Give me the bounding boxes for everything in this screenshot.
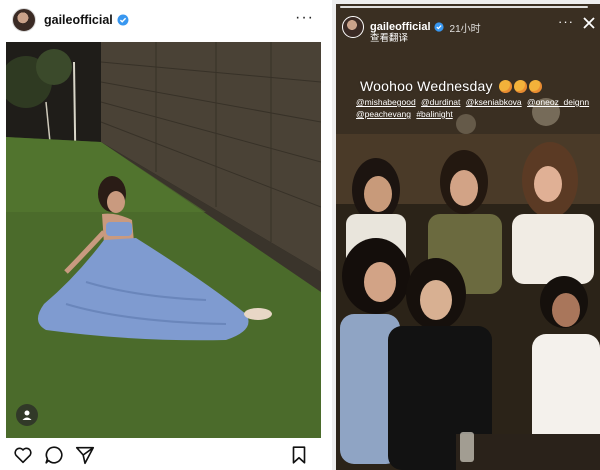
post-photo-scene xyxy=(6,42,321,438)
mention-link[interactable]: @peachevang xyxy=(356,109,411,119)
story-caption: Woohoo Wednesday xyxy=(360,78,542,94)
see-translation-link[interactable]: 查看翻译 xyxy=(370,30,408,44)
more-options-button[interactable]: ··· xyxy=(295,10,314,26)
post-actions-bar xyxy=(0,440,332,470)
heart-icon[interactable] xyxy=(12,444,34,466)
post-header: gaileofficial ··· xyxy=(0,0,332,40)
story-photo-scene xyxy=(336,4,600,470)
story-timestamp: 21小时 xyxy=(449,23,481,35)
mention-link[interactable]: @oneoz_deignn xyxy=(527,97,589,107)
post-image[interactable] xyxy=(6,42,321,438)
comment-icon[interactable] xyxy=(43,444,65,466)
story-avatar[interactable] xyxy=(342,16,364,38)
close-icon[interactable] xyxy=(582,16,596,30)
story-mentions: @mishabegood @durdinat @kseniabkova @one… xyxy=(356,96,596,120)
hot-face-emoji-icon xyxy=(513,80,527,93)
mention-link[interactable]: @durdinat xyxy=(421,97,460,107)
hot-face-emoji-icon xyxy=(528,80,542,93)
hashtag-link[interactable]: #balinight xyxy=(416,109,452,119)
post-username[interactable]: gaileofficial xyxy=(44,13,113,27)
mention-link[interactable]: @mishabegood xyxy=(356,97,416,107)
share-icon[interactable] xyxy=(74,444,96,466)
person-icon[interactable] xyxy=(16,404,38,426)
mention-link[interactable]: @kseniabkova xyxy=(466,97,522,107)
story-more-button[interactable]: ··· xyxy=(558,15,574,28)
story-header: gaileofficial 21小时 xyxy=(342,12,481,42)
instagram-post: gaileofficial ··· xyxy=(0,0,332,470)
avatar[interactable] xyxy=(12,8,36,32)
story-caption-text: Woohoo Wednesday xyxy=(360,78,493,94)
verified-badge-icon xyxy=(433,22,444,32)
verified-badge-icon xyxy=(117,14,129,26)
hot-face-emoji-icon xyxy=(498,80,512,93)
bookmark-icon[interactable] xyxy=(288,444,310,466)
instagram-story[interactable]: gaileofficial 21小时 查看翻译 ··· Woohoo Wedne… xyxy=(336,4,600,470)
person-glyph xyxy=(22,410,32,420)
story-progress-bar xyxy=(340,6,588,8)
